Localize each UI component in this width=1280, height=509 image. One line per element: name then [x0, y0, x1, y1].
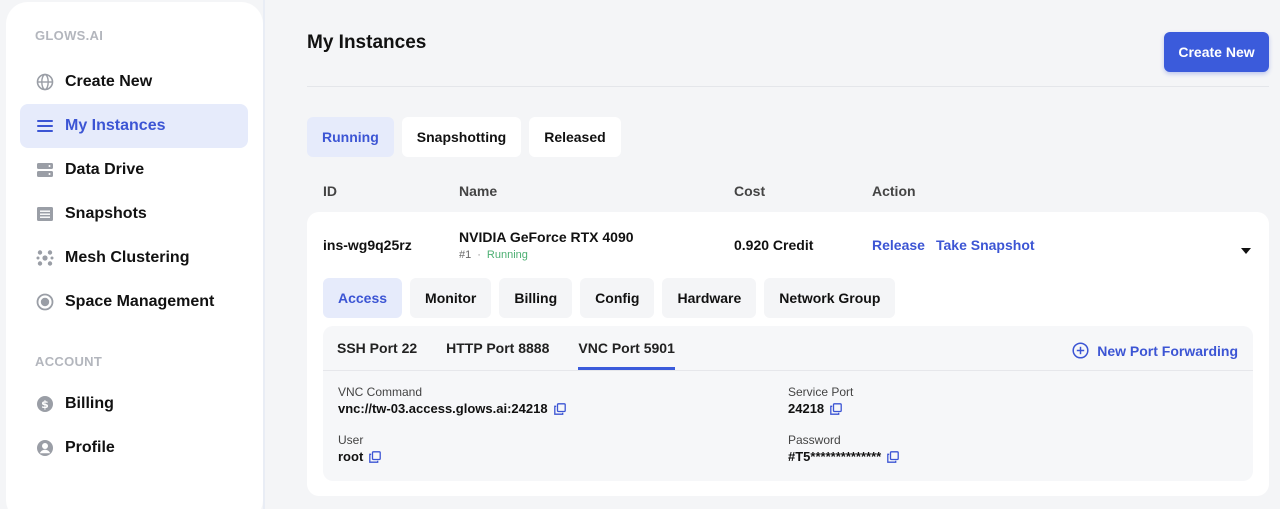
page-title: My Instances	[307, 32, 427, 53]
sidebar-item-label: Mesh Clustering	[65, 249, 190, 266]
plus-circle-icon	[1072, 342, 1089, 359]
sidebar-item-my-instances[interactable]: My Instances	[20, 104, 248, 148]
sidebar-item-space-management[interactable]: Space Management	[20, 280, 248, 324]
take-snapshot-link[interactable]: Take Snapshot	[936, 237, 1035, 253]
tab-snapshotting[interactable]: Snapshotting	[401, 117, 522, 157]
vnc-command-value: vnc://tw-03.access.glows.ai:24218	[338, 401, 566, 416]
tab-billing[interactable]: Billing	[499, 278, 573, 318]
instance-name: NVIDIA GeForce RTX 4090	[459, 229, 634, 245]
user-icon	[36, 439, 54, 457]
column-id: ID	[323, 183, 337, 199]
service-port-text: 24218	[788, 401, 825, 416]
password-value: #T5**************	[788, 449, 900, 464]
tab-config[interactable]: Config	[580, 278, 655, 318]
instance-id: ins-wg9q25rz	[323, 237, 412, 253]
create-new-button[interactable]: Create New	[1164, 32, 1269, 72]
sidebar-item-label: Profile	[65, 439, 115, 456]
tab-running[interactable]: Running	[307, 117, 394, 157]
sidebar-item-data-drive[interactable]: Data Drive	[20, 148, 248, 192]
drive-icon	[36, 161, 54, 179]
copy-icon[interactable]	[887, 450, 900, 463]
sidebar-item-label: Create New	[65, 73, 153, 90]
port-tab-ssh[interactable]: SSH Port 22	[337, 326, 417, 370]
tab-released[interactable]: Released	[529, 117, 621, 157]
sidebar-item-create-new[interactable]: Create New	[20, 60, 248, 104]
port-tabs-divider	[323, 370, 1253, 371]
password-label: Password	[788, 433, 841, 447]
mesh-icon	[36, 249, 54, 267]
sidebar-item-label: Snapshots	[65, 205, 147, 222]
user-value: root	[338, 449, 382, 464]
sidebar-item-label: Data Drive	[65, 161, 145, 178]
dollar-icon: $	[36, 395, 54, 413]
column-cost: Cost	[734, 183, 766, 199]
status-badge: Running	[486, 249, 528, 261]
copy-icon[interactable]	[830, 402, 843, 415]
header-divider	[307, 86, 1269, 87]
snapshot-icon	[36, 205, 54, 223]
page-edge	[263, 0, 265, 509]
copy-icon[interactable]	[369, 450, 382, 463]
service-port-label: Service Port	[788, 385, 854, 399]
sidebar-item-mesh-clustering[interactable]: Mesh Clustering	[20, 236, 248, 280]
column-name: Name	[459, 183, 498, 199]
tab-monitor[interactable]: Monitor	[410, 278, 492, 318]
account-section-label: ACCOUNT	[35, 354, 103, 369]
list-icon	[36, 117, 54, 135]
access-panel: SSH Port 22 HTTP Port 8888 VNC Port 5901…	[323, 326, 1253, 481]
tab-hardware[interactable]: Hardware	[662, 278, 757, 318]
sidebar-item-label: My Instances	[65, 117, 166, 134]
instance-index: #1	[459, 249, 472, 261]
port-tab-http[interactable]: HTTP Port 8888	[446, 326, 549, 370]
brand-label: GLOWS.AI	[35, 28, 104, 43]
space-icon	[36, 293, 54, 311]
main-content: My Instances Create New Running Snapshot…	[307, 0, 1280, 509]
port-tab-vnc[interactable]: VNC Port 5901	[578, 326, 676, 370]
instance-subline: #1 · Running	[459, 249, 528, 261]
sidebar-item-profile[interactable]: Profile	[20, 426, 248, 470]
user-text: root	[338, 449, 364, 464]
separator-dot: ·	[477, 249, 481, 261]
column-action: Action	[872, 183, 916, 199]
new-port-forwarding-button[interactable]: New Port Forwarding	[1072, 342, 1238, 359]
sidebar-item-snapshots[interactable]: Snapshots	[20, 192, 248, 236]
status-tabs: Running Snapshotting Released	[307, 117, 621, 157]
instance-tabs: Access Monitor Billing Config Hardware N…	[323, 278, 896, 318]
sidebar-item-billing[interactable]: $ Billing	[20, 382, 248, 426]
port-tabs: SSH Port 22 HTTP Port 8888 VNC Port 5901	[337, 326, 704, 370]
service-port-value: 24218	[788, 401, 843, 416]
sidebar: GLOWS.AI Create New My Instances Data Dr…	[6, 2, 263, 509]
tab-network-group[interactable]: Network Group	[764, 278, 896, 318]
sidebar-item-label: Space Management	[65, 293, 215, 310]
tab-access[interactable]: Access	[323, 278, 403, 318]
instance-cost: 0.920 Credit	[734, 237, 814, 253]
vnc-command-text: vnc://tw-03.access.glows.ai:24218	[338, 401, 548, 416]
release-link[interactable]: Release	[872, 237, 925, 253]
password-text: #T5**************	[788, 449, 882, 464]
svg-text:$: $	[41, 398, 49, 411]
chevron-down-icon[interactable]	[1240, 242, 1252, 260]
vnc-command-label: VNC Command	[338, 385, 423, 399]
new-port-forwarding-label: New Port Forwarding	[1097, 342, 1238, 359]
copy-icon[interactable]	[553, 402, 566, 415]
globe-icon	[36, 73, 54, 91]
user-label: User	[338, 433, 364, 447]
sidebar-item-label: Billing	[65, 395, 114, 412]
instance-card: ins-wg9q25rz NVIDIA GeForce RTX 4090 #1 ·…	[307, 212, 1269, 496]
